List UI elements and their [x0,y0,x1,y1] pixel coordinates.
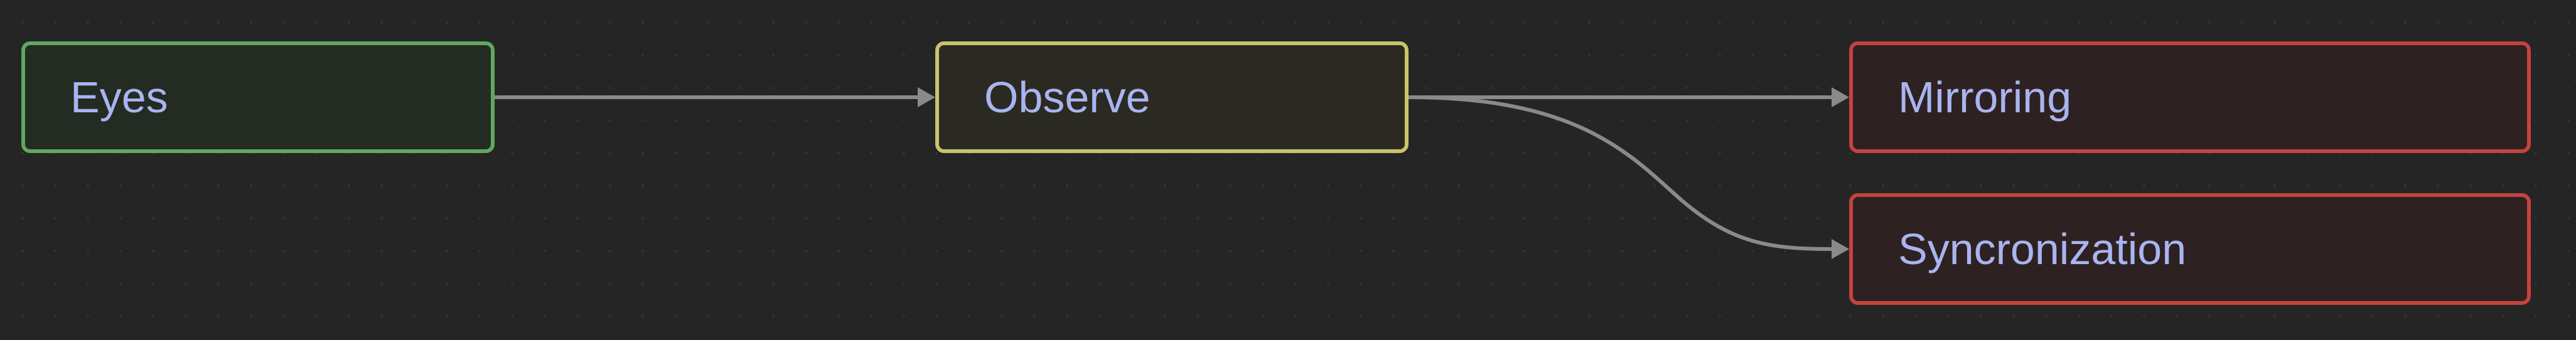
edge-observe-to-syncronization [1408,95,1832,251]
node-observe[interactable]: Observe [935,41,1409,153]
node-mirroring[interactable]: Mirroring [1849,41,2531,153]
node-label-mirroring: Mirroring [1898,73,2072,122]
arrowhead-mirroring [1832,87,1849,107]
arrowhead-observe [918,87,935,107]
node-label-syncronization: Syncronization [1898,225,2187,274]
node-label-eyes: Eyes [70,73,168,122]
node-label-observe: Observe [984,73,1151,122]
node-eyes[interactable]: Eyes [21,41,495,153]
diagram-canvas: Eyes Observe Mirroring Syncronization [0,0,2576,340]
node-syncronization[interactable]: Syncronization [1849,193,2531,305]
arrowhead-syncronization [1832,239,1849,259]
